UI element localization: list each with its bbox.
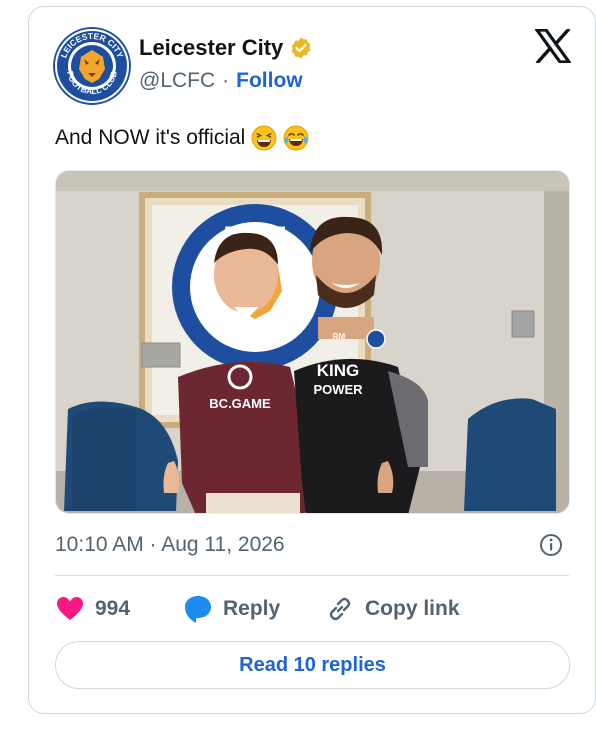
read-replies-button[interactable]: Read 10 replies <box>55 641 570 689</box>
x-logo-icon[interactable] <box>535 29 571 63</box>
follow-button[interactable]: Follow <box>236 69 303 93</box>
face-with-tears-of-joy-icon <box>283 125 309 151</box>
speech-bubble-icon <box>185 596 211 623</box>
reply-button[interactable]: Reply <box>183 594 325 624</box>
copy-link-button[interactable]: Copy link <box>325 594 460 624</box>
link-icon <box>329 597 351 621</box>
right-shirt-initials: RM <box>333 332 346 341</box>
tweet-card: LEICESTER CITY FOOTBALL CLUB Leicester C… <box>28 6 596 714</box>
tweet-text-body: And NOW it's official <box>55 126 246 149</box>
account-handle[interactable]: @LCFC <box>139 69 215 93</box>
heart-icon <box>57 597 83 620</box>
like-count: 994 <box>95 597 131 620</box>
handle-row: @LCFC · Follow <box>139 69 303 93</box>
tweet-photo[interactable]: ESTE BC.GAME RM KING POWER <box>55 170 570 514</box>
right-shirt-sponsor-line1: KING <box>317 361 360 380</box>
verified-badge-icon <box>291 37 311 59</box>
divider <box>55 575 569 576</box>
signing-photo-image: ESTE BC.GAME RM KING POWER <box>56 171 569 513</box>
copy-link-label: Copy link <box>365 597 460 620</box>
name-row: Leicester City <box>139 35 313 61</box>
info-icon[interactable] <box>539 533 563 557</box>
display-name[interactable]: Leicester City <box>139 35 283 61</box>
tweet-text: And NOW it's official <box>55 125 309 151</box>
tweet-timestamp[interactable]: 10:10 AM · Aug 11, 2026 <box>55 533 285 557</box>
left-shirt-sponsor: BC.GAME <box>209 396 271 411</box>
avatar[interactable]: LEICESTER CITY FOOTBALL CLUB <box>53 27 131 105</box>
like-button[interactable]: 994 <box>55 594 183 624</box>
grinning-squinting-face-icon <box>251 125 277 151</box>
reply-label: Reply <box>223 597 281 620</box>
action-bar: 994 Reply Copy link <box>55 589 460 629</box>
right-shirt-sponsor-line2: POWER <box>313 382 363 397</box>
handle-separator: · <box>222 69 230 92</box>
lcfc-crest-icon: LEICESTER CITY FOOTBALL CLUB <box>53 27 131 105</box>
